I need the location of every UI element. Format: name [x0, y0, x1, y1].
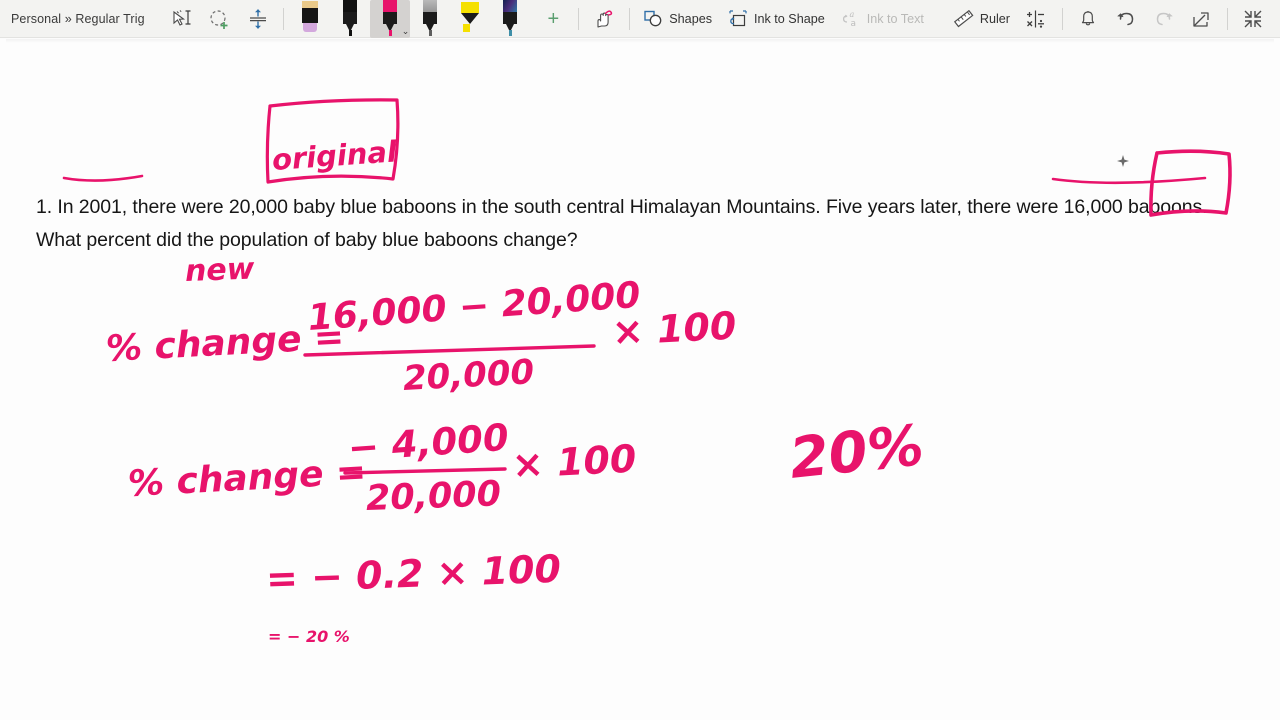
toolbar-separator-3	[629, 7, 631, 30]
pen-black[interactable]	[330, 0, 370, 38]
insert-space-button[interactable]	[239, 2, 277, 36]
pen-highlighter-yellow[interactable]	[450, 0, 490, 38]
pencil-icon	[419, 0, 441, 38]
add-pen-button[interactable]: +	[534, 2, 572, 36]
ruler-icon	[953, 9, 974, 27]
note-page-canvas[interactable]: 1. In 2001, there were 20,000 baby blue …	[0, 39, 1280, 720]
share-button[interactable]	[1183, 2, 1221, 36]
work-line2-denominator: 20,000	[365, 474, 502, 519]
ink-annotation-new: new	[184, 251, 255, 289]
plus-icon: +	[547, 7, 560, 30]
question-text[interactable]: 1. In 2001, there were 20,000 baby blue …	[36, 191, 1246, 257]
bell-icon	[1081, 10, 1095, 25]
svg-text:a: a	[850, 19, 856, 28]
shapes-button[interactable]: Shapes	[636, 2, 720, 36]
collapse-ribbon-button[interactable]	[1234, 2, 1272, 36]
ink-to-text-button[interactable]: a a Ink to Text	[833, 2, 932, 36]
work-line4: = − 20 %	[268, 627, 350, 646]
math-button[interactable]	[1018, 2, 1056, 36]
shapes-label: Shapes	[669, 11, 712, 26]
insert-space-icon	[250, 8, 267, 29]
ink-to-text-icon: a a	[842, 10, 856, 28]
galaxy-pen-icon	[499, 0, 521, 38]
breadcrumb[interactable]: Personal » Regular Trig	[0, 12, 145, 26]
ink-fraction-bars	[303, 344, 596, 475]
hand-draw-icon	[597, 9, 613, 28]
work-line3: = − 0.2 × 100	[265, 546, 562, 601]
ink-to-text-label: Ink to Text	[866, 11, 924, 26]
work-line1-numerator: 16,000 − 20,000	[306, 274, 642, 339]
draw-with-touch-button[interactable]	[585, 2, 623, 36]
toolbar-separator	[283, 7, 285, 30]
notebook-breadcrumb-area: Personal » Regular Trig	[0, 0, 163, 37]
ink-answer-highlight: 20%	[786, 413, 927, 492]
ruler-label: Ruler	[979, 11, 1010, 26]
work-line2-lhs: % change =	[126, 451, 368, 505]
ink-layer	[62, 98, 1232, 217]
yellow-highlighter-icon	[459, 0, 481, 38]
pink-pen-icon	[379, 0, 401, 38]
ink-underline-fiveyears	[1051, 176, 1207, 185]
math-icon	[1027, 10, 1044, 28]
lasso-select-icon	[173, 9, 191, 26]
undo-button[interactable]	[1107, 2, 1145, 36]
share-icon	[1193, 11, 1209, 27]
toolbar-separator-5	[1227, 7, 1228, 30]
add-selection-button[interactable]	[201, 2, 239, 36]
svg-text:a: a	[849, 10, 854, 19]
ink-fraction-bar-1	[303, 344, 596, 357]
ruler-button[interactable]: Ruler	[946, 2, 1018, 36]
toolbar-separator-4	[1062, 7, 1063, 30]
shapes-icon	[644, 10, 662, 26]
work-line2-multiplier: × 100	[510, 436, 638, 487]
ink-fraction-bar-2	[343, 467, 507, 475]
work-line1-multiplier: × 100	[610, 303, 738, 354]
redo-button[interactable]	[1145, 2, 1183, 36]
pen-cursor-marker	[1117, 155, 1129, 167]
pen-pencil[interactable]	[410, 0, 450, 38]
ink-to-shape-button[interactable]: Ink to Shape	[720, 2, 833, 36]
pen-pink[interactable]: ⌄	[370, 0, 411, 38]
ink-annotation-original: original	[270, 134, 398, 177]
ink-underline-2001	[62, 174, 144, 182]
ink-to-shape-icon	[729, 10, 747, 27]
chevron-down-icon[interactable]: ⌄	[402, 26, 410, 36]
work-line1-denominator: 20,000	[401, 352, 536, 399]
notifications-button[interactable]	[1069, 2, 1107, 36]
pen-galaxy[interactable]	[490, 0, 530, 38]
add-selection-icon	[210, 9, 228, 29]
undo-icon	[1117, 12, 1134, 25]
draw-ribbon-toolbar: Personal » Regular Trig ⌄ + Shapes Ink t…	[0, 0, 1280, 38]
pen-eraser[interactable]	[290, 0, 330, 38]
collapse-icon	[1244, 10, 1262, 27]
black-pen-icon	[339, 0, 361, 38]
ink-to-shape-label: Ink to Shape	[754, 11, 825, 26]
ribbon-tools: ⌄ + Shapes Ink to Shape a a Ink to Text …	[163, 0, 1280, 38]
eraser-icon	[299, 0, 321, 38]
lasso-select-button[interactable]	[163, 2, 201, 36]
redo-icon	[1156, 12, 1173, 25]
work-line2-numerator: − 4,000	[346, 415, 511, 470]
toolbar-separator-2	[578, 7, 580, 30]
onenote-window: Personal » Regular Trig ⌄ + Shapes Ink t…	[0, 0, 1280, 720]
